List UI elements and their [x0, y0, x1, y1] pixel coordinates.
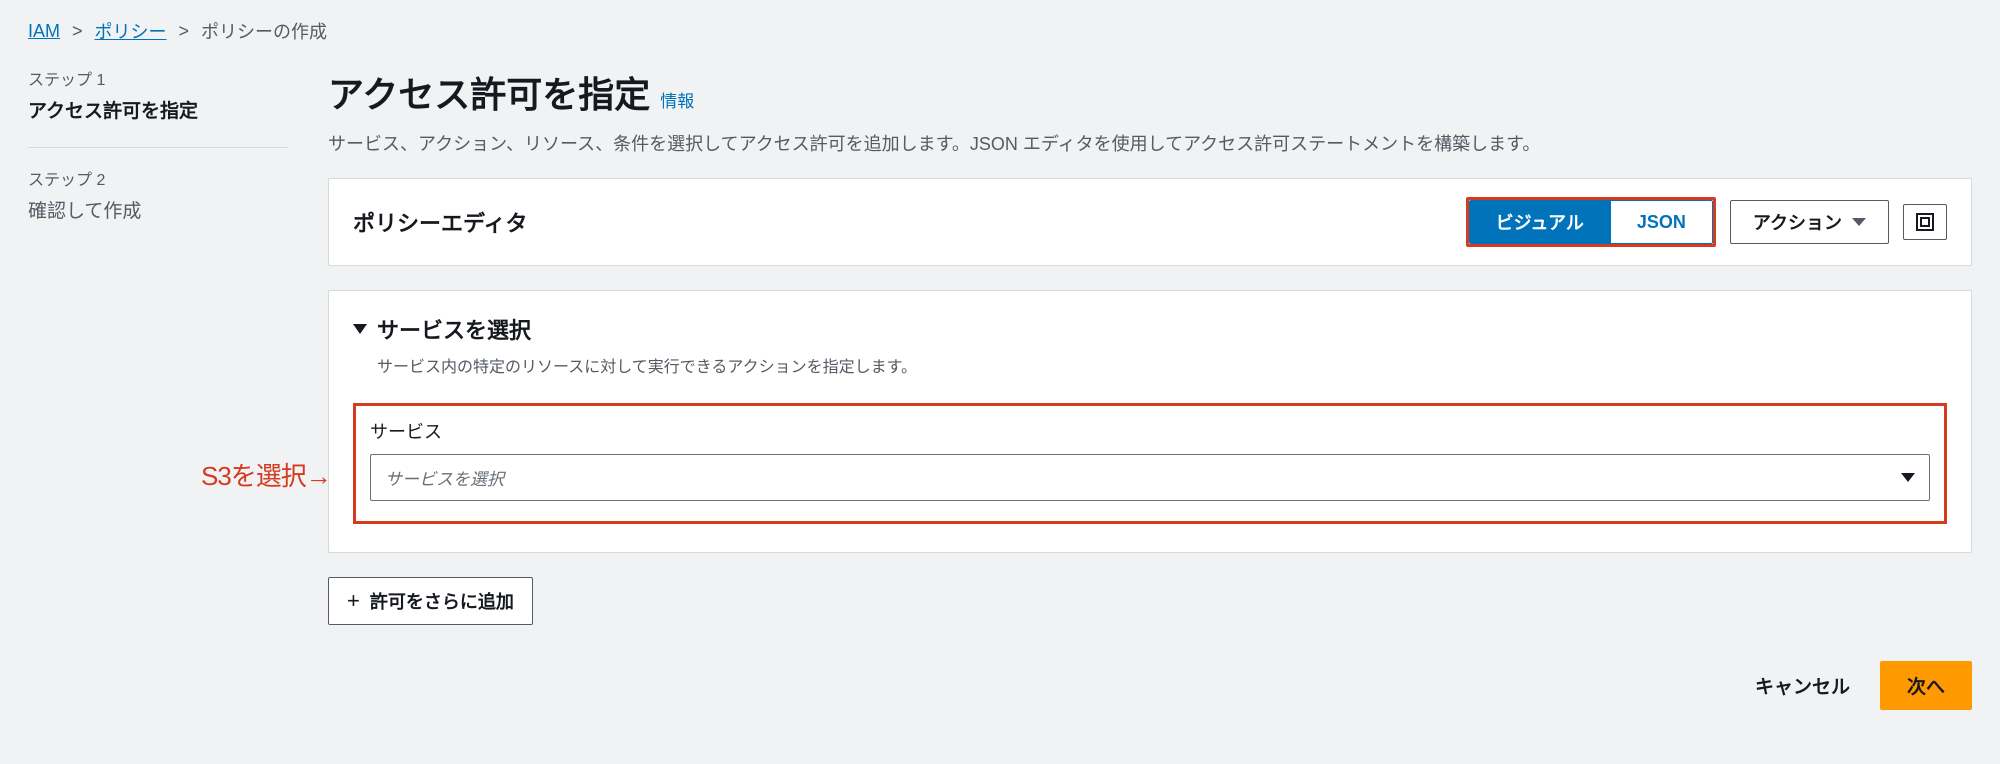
section-description: サービス内の特定のリソースに対して実行できるアクションを指定します。 — [353, 353, 1947, 377]
editor-mode-toggle: ビジュアル JSON — [1466, 197, 1716, 247]
steps-sidebar: ステップ 1 アクセス許可を指定 ステップ 2 確認して作成 — [28, 66, 288, 710]
plus-icon: + — [347, 590, 360, 612]
page-description: サービス、アクション、リソース、条件を選択してアクセス許可を追加します。JSON… — [328, 130, 1972, 156]
actions-label: アクション — [1753, 209, 1842, 235]
chevron-right-icon: > — [179, 21, 190, 42]
chevron-down-icon — [1901, 473, 1915, 482]
cancel-button[interactable]: キャンセル — [1743, 661, 1862, 710]
info-link[interactable]: 情報 — [660, 87, 694, 112]
step-divider — [28, 147, 288, 148]
breadcrumb-current: ポリシーの作成 — [201, 18, 327, 44]
add-permission-button[interactable]: + 許可をさらに追加 — [328, 577, 533, 625]
breadcrumb-iam[interactable]: IAM — [28, 21, 60, 42]
policy-editor-panel: ポリシーエディタ ビジュアル JSON アクション — [328, 178, 1972, 266]
step-label: ステップ 1 — [28, 66, 288, 90]
step-label: ステップ 2 — [28, 166, 288, 190]
highlighted-field: S3を選択→ サービス サービスを選択 — [353, 403, 1947, 524]
breadcrumb: IAM > ポリシー > ポリシーの作成 — [28, 18, 1972, 44]
step-1[interactable]: ステップ 1 アクセス許可を指定 — [28, 66, 288, 137]
main-content: アクセス許可を指定 情報 サービス、アクション、リソース、条件を選択してアクセス… — [328, 66, 1972, 710]
select-placeholder: サービスを選択 — [385, 465, 504, 490]
service-panel: サービスを選択 サービス内の特定のリソースに対して実行できるアクションを指定しま… — [328, 290, 1972, 553]
json-mode-button[interactable]: JSON — [1611, 200, 1713, 244]
breadcrumb-policies[interactable]: ポリシー — [95, 18, 167, 44]
footer-actions: キャンセル 次へ — [328, 661, 1972, 710]
actions-dropdown-button[interactable]: アクション — [1730, 200, 1889, 244]
visual-mode-button[interactable]: ビジュアル — [1469, 200, 1611, 244]
chevron-right-icon: > — [72, 21, 83, 42]
service-select[interactable]: サービスを選択 — [370, 454, 1930, 501]
expand-button[interactable] — [1903, 204, 1947, 240]
annotation-text: S3を選択→ — [201, 456, 331, 493]
next-button[interactable]: 次へ — [1880, 661, 1972, 710]
collapse-toggle-icon[interactable] — [353, 324, 367, 334]
step-title: 確認して作成 — [28, 196, 288, 223]
step-2[interactable]: ステップ 2 確認して作成 — [28, 166, 288, 237]
panel-title: ポリシーエディタ — [353, 206, 527, 238]
fullscreen-icon — [1916, 213, 1934, 231]
service-field-label: サービス — [370, 418, 1930, 444]
section-title: サービスを選択 — [377, 313, 531, 345]
step-title: アクセス許可を指定 — [28, 96, 288, 123]
caret-down-icon — [1852, 218, 1866, 226]
page-title: アクセス許可を指定 — [328, 66, 650, 118]
add-permission-label: 許可をさらに追加 — [370, 588, 514, 614]
